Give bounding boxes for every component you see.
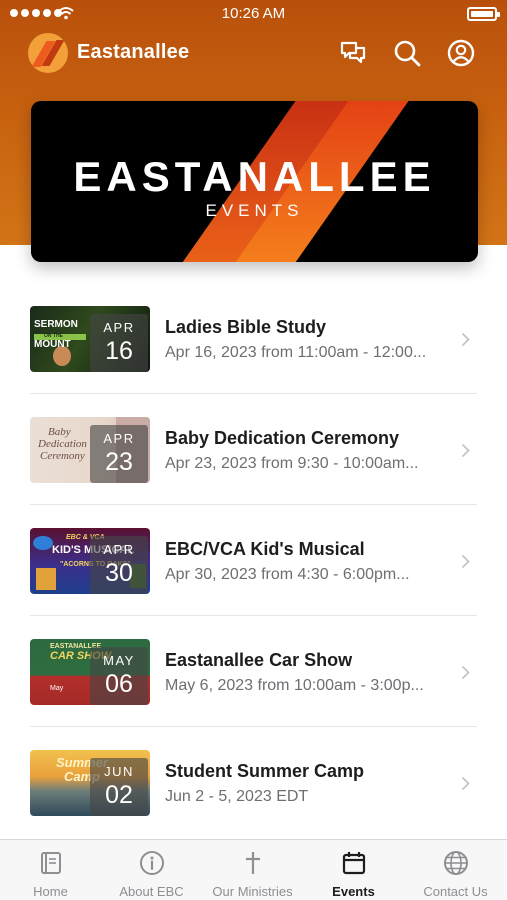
event-title: Eastanallee Car Show [165,650,353,670]
chevron-right-icon [462,666,470,684]
date-badge: JUN 02 [90,758,148,816]
calendar-icon [341,850,367,881]
tab-contact[interactable]: Contact Us [404,840,507,900]
status-bar: 10:26 AM [0,0,507,28]
profile-icon[interactable] [446,38,476,68]
event-date: Apr 16, 2023 from 11:00am - 12:00... [165,344,427,361]
thumb-text: MOUNT [34,339,71,350]
tab-label: Contact Us [423,884,488,899]
date-month: MAY [103,653,135,668]
date-badge: APR 16 [90,314,148,372]
event-item[interactable]: Baby Dedication Ceremony APR 23 Baby Ded… [0,394,507,505]
tab-home[interactable]: Home [0,840,101,900]
chevron-right-icon [462,777,470,795]
thumb-text: Ceremony [40,450,85,462]
date-badge: MAY 06 [90,647,148,705]
tab-label: Events [332,884,375,899]
event-thumbnail: EASTANALLEE CAR SHOW May MAY 06 [30,639,150,705]
app-header: Eastanallee [0,30,507,76]
event-item[interactable]: Summer Camp JUN 02 Student Summer Camp J… [0,727,507,838]
tab-label: Home [33,884,68,899]
date-day: 06 [105,670,133,698]
date-month: APR [103,542,135,557]
date-month: JUN [104,764,134,779]
banner-subtitle: EVENTS [205,201,304,220]
thumb-text: Baby [48,426,71,438]
event-thumbnail: EBC & VCA KID'S MUSICAL "ACORNS TO OAKS"… [30,528,150,594]
events-banner: EASTANALLEE EVENTS [31,101,478,262]
banner-title: EASTANALLEE [73,153,436,200]
event-list: SERMON ON THE MOUNT APR 16 Ladies Bible … [0,283,507,838]
event-thumbnail: Summer Camp JUN 02 [30,750,150,816]
app-title: Eastanallee [77,41,190,63]
thumb-text: May [50,685,64,692]
tab-label: About EBC [119,884,184,899]
event-date: Apr 30, 2023 from 4:30 - 6:00pm... [165,566,410,583]
event-item[interactable]: EBC & VCA KID'S MUSICAL "ACORNS TO OAKS"… [0,505,507,616]
app-logo[interactable] [28,33,68,73]
tab-events[interactable]: Events [303,840,404,900]
date-day: 16 [105,337,133,365]
date-day: 02 [105,781,133,809]
battery-icon [467,7,500,21]
tab-about[interactable]: About EBC [101,840,202,900]
date-badge: APR 30 [90,536,148,594]
book-icon [38,850,64,881]
cross-icon [240,850,266,881]
date-day: 30 [105,559,133,587]
thumb-text: Dedication [38,438,87,450]
chevron-right-icon [462,555,470,573]
date-day: 23 [105,448,133,476]
tab-ministries[interactable]: Our Ministries [202,840,303,900]
event-title: EBC/VCA Kid's Musical [165,539,365,559]
info-icon [139,850,165,881]
date-month: APR [103,320,135,335]
date-badge: APR 23 [90,425,148,483]
event-thumbnail: SERMON ON THE MOUNT APR 16 [30,306,150,372]
event-title: Baby Dedication Ceremony [165,428,400,448]
tab-label: Our Ministries [212,884,293,899]
event-thumbnail: Baby Dedication Ceremony APR 23 [30,417,150,483]
search-icon[interactable] [392,38,422,68]
thumb-text: SERMON [34,319,78,330]
messages-icon[interactable] [338,38,368,68]
event-title: Student Summer Camp [165,761,365,781]
event-item[interactable]: EASTANALLEE CAR SHOW May MAY 06 Eastanal… [0,616,507,727]
chevron-right-icon [462,444,470,462]
event-date: Apr 23, 2023 from 9:30 - 10:00am... [165,455,419,472]
date-month: APR [103,431,135,446]
tab-bar: Home About EBC Our Ministries Events Con… [0,839,507,900]
event-title: Ladies Bible Study [165,317,327,337]
event-date: May 6, 2023 from 10:00am - 3:00p... [165,677,424,694]
event-date: Jun 2 - 5, 2023 EDT [165,788,309,805]
status-time: 10:26 AM [221,5,286,22]
globe-icon [443,850,469,881]
chevron-right-icon [462,333,470,351]
event-item[interactable]: SERMON ON THE MOUNT APR 16 Ladies Bible … [0,283,507,394]
